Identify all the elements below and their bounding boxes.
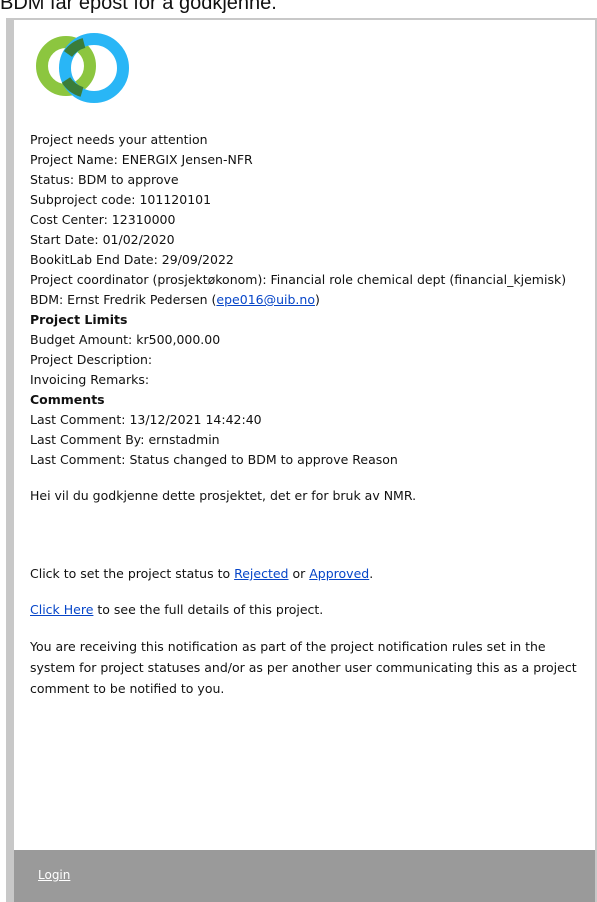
set-status-prefix: Click to set the project status to — [30, 566, 235, 581]
last-comment-date: Last Comment: 13/12/2021 14:42:40 — [30, 412, 262, 427]
organization-logo — [36, 33, 129, 103]
email-content: Project needs your attention Project Nam… — [30, 130, 580, 699]
last-comment-text: Last Comment: Status changed to BDM to a… — [30, 452, 398, 467]
project-status: Status: BDM to approve — [30, 172, 179, 187]
set-status-line: Click to set the project status to Rejec… — [30, 564, 580, 584]
email-body: Project needs your attention Project Nam… — [14, 20, 595, 902]
details-line: Click Here to see the full details of th… — [30, 600, 580, 620]
bdm-suffix: ) — [314, 292, 320, 307]
email-footer: Login — [14, 850, 595, 902]
bdm-email-link[interactable]: epe016@uib.no — [216, 292, 315, 307]
period-text: . — [369, 566, 374, 581]
invoicing-remarks: Invoicing Remarks: — [30, 372, 150, 387]
rejected-link[interactable]: Rejected — [234, 566, 288, 581]
notification-notice: You are receiving this notification as p… — [30, 639, 577, 696]
subproject-code: Subproject code: 101120101 — [30, 192, 212, 207]
bdm-line: BDM: Ernst Fredrik Pedersen (epe016@uib.… — [30, 290, 580, 310]
last-comment-by: Last Comment By: ernstadmin — [30, 432, 220, 447]
project-coordinator: Project coordinator (prosjektøkonom): Fi… — [30, 272, 567, 287]
budget-amount: Budget Amount: kr500,000.00 — [30, 332, 221, 347]
project-description: Project Description: — [30, 352, 153, 367]
start-date: Start Date: 01/02/2020 — [30, 232, 175, 247]
login-link[interactable]: Login — [38, 868, 70, 882]
project-limits-heading: Project Limits — [30, 312, 128, 327]
approval-message: Hei vil du godkjenne dette prosjektet, d… — [30, 488, 417, 503]
click-here-link[interactable]: Click Here — [30, 602, 93, 617]
comments-heading: Comments — [30, 392, 105, 407]
bdm-prefix: BDM: Ernst Fredrik Pedersen ( — [30, 292, 217, 307]
email-heading: Project needs your attention — [30, 132, 208, 147]
caption-text: BDM får epost for å godkjenne. — [0, 0, 277, 14]
or-text: or — [288, 566, 310, 581]
details-text: to see the full details of this project. — [93, 602, 324, 617]
approved-link[interactable]: Approved — [309, 566, 369, 581]
email-frame: Project needs your attention Project Nam… — [6, 18, 597, 902]
end-date: BookitLab End Date: 29/09/2022 — [30, 252, 234, 267]
cost-center: Cost Center: 12310000 — [30, 212, 176, 227]
project-name: Project Name: ENERGIX Jensen-NFR — [30, 152, 253, 167]
